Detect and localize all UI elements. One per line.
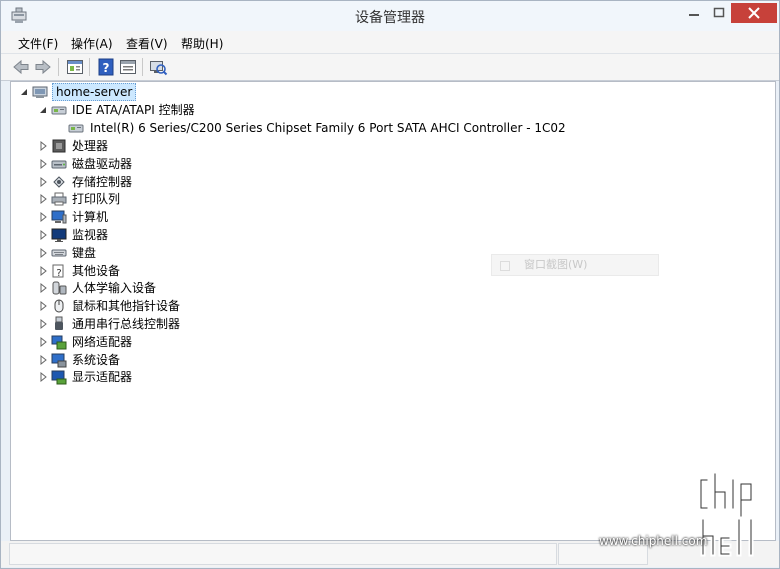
keyboard-icon bbox=[51, 249, 67, 257]
tree-node-ide[interactable]: IDE ATA/ATAPI 控制器 bbox=[38, 101, 438, 119]
other-devices-icon: ? bbox=[52, 264, 64, 279]
computer-server-icon bbox=[32, 86, 48, 98]
expand-arrow-icon[interactable] bbox=[38, 159, 48, 169]
expand-arrow-icon[interactable] bbox=[38, 372, 48, 382]
expand-arrow-icon[interactable] bbox=[38, 248, 48, 258]
tree-node-other-devices[interactable]: ? 其他设备 bbox=[38, 262, 338, 280]
display-adapter-icon bbox=[51, 370, 67, 385]
watermark-url: www.chiphell.com bbox=[599, 534, 708, 548]
tree-node-label: 通用串行总线控制器 bbox=[72, 317, 181, 331]
tree-node-hid[interactable]: 人体学输入设备 bbox=[38, 279, 338, 297]
mouse-icon bbox=[54, 299, 64, 313]
toolbar: ? bbox=[1, 54, 779, 81]
expand-arrow-icon[interactable] bbox=[38, 177, 48, 187]
hid-icon bbox=[52, 281, 67, 295]
chiphell-watermark: www.chiphell.com bbox=[599, 470, 779, 565]
tree-node-print-queue[interactable]: 打印队列 bbox=[38, 190, 338, 208]
tree-node-label: 其他设备 bbox=[72, 264, 121, 278]
ghost-menu-label: 窗口截图(W) bbox=[524, 258, 588, 271]
usb-icon bbox=[55, 316, 63, 330]
tree-node-label: 处理器 bbox=[72, 139, 109, 153]
status-pane-main bbox=[9, 543, 557, 565]
computer-icon bbox=[51, 210, 67, 224]
collapse-arrow-icon[interactable] bbox=[38, 105, 48, 115]
monitor-icon bbox=[51, 228, 67, 242]
tree-node-label: 监视器 bbox=[72, 228, 109, 242]
menu-help[interactable]: 帮助(H) bbox=[181, 35, 223, 52]
expand-arrow-icon[interactable] bbox=[38, 355, 48, 365]
tree-node-label: 网络适配器 bbox=[72, 335, 133, 349]
forward-arrow-icon[interactable] bbox=[33, 57, 53, 77]
minimize-button[interactable] bbox=[681, 3, 707, 23]
window-capture-icon bbox=[500, 261, 510, 271]
help-icon[interactable]: ? bbox=[96, 57, 116, 77]
storage-controller-icon bbox=[53, 176, 65, 188]
ghost-context-menu-item: 窗口截图(W) bbox=[491, 254, 659, 276]
expand-arrow-icon[interactable] bbox=[38, 337, 48, 347]
menu-bar: 文件(F) 操作(A) 查看(V) 帮助(H) bbox=[1, 31, 779, 54]
expand-arrow-icon[interactable] bbox=[38, 319, 48, 329]
window-title: 设备管理器 bbox=[355, 10, 425, 26]
processor-icon bbox=[52, 139, 66, 153]
maximize-button[interactable] bbox=[706, 3, 732, 23]
svg-text:?: ? bbox=[103, 61, 110, 75]
toolbar-separator bbox=[58, 58, 59, 76]
tree-node-label: 磁盘驱动器 bbox=[72, 157, 133, 171]
tree-node-storage[interactable]: 存储控制器 bbox=[38, 173, 338, 191]
tree-node-monitor[interactable]: 监视器 bbox=[38, 226, 338, 244]
toolbar-separator bbox=[89, 58, 90, 76]
tree-root-label: home-server bbox=[52, 83, 137, 101]
tree-node-computer[interactable]: 计算机 bbox=[38, 208, 338, 226]
disk-drive-icon bbox=[51, 160, 67, 169]
expand-arrow-icon[interactable] bbox=[38, 266, 48, 276]
properties-pane-icon[interactable] bbox=[65, 57, 85, 77]
back-arrow-icon[interactable] bbox=[11, 57, 31, 77]
tree-node-disk[interactable]: 磁盘驱动器 bbox=[38, 155, 338, 173]
tree-leaf-sata-controller[interactable]: Intel(R) 6 Series/C200 Series Chipset Fa… bbox=[68, 119, 588, 137]
network-adapter-icon bbox=[51, 335, 67, 350]
expand-arrow-icon[interactable] bbox=[38, 283, 48, 293]
collapse-arrow-icon[interactable] bbox=[19, 87, 29, 97]
menu-file[interactable]: 文件(F) bbox=[18, 35, 58, 52]
tree-root[interactable]: home-server bbox=[19, 83, 219, 101]
tree-node-label: 打印队列 bbox=[72, 192, 121, 206]
expand-arrow-icon[interactable] bbox=[38, 230, 48, 240]
scan-hardware-icon[interactable] bbox=[148, 57, 168, 77]
tree-node-label: 人体学输入设备 bbox=[72, 281, 157, 295]
expand-arrow-icon[interactable] bbox=[38, 141, 48, 151]
tree-node-system-devices[interactable]: 系统设备 bbox=[38, 351, 338, 369]
details-view-icon[interactable] bbox=[118, 57, 138, 77]
menu-view[interactable]: 查看(V) bbox=[126, 35, 168, 52]
tree-node-processor[interactable]: 处理器 bbox=[38, 137, 338, 155]
printer-icon bbox=[51, 192, 67, 206]
tree-node-usb[interactable]: 通用串行总线控制器 bbox=[38, 315, 338, 333]
tree-node-label: IDE ATA/ATAPI 控制器 bbox=[72, 103, 195, 117]
tree-leaf-label: Intel(R) 6 Series/C200 Series Chipset Fa… bbox=[90, 121, 566, 135]
tree-node-label: 系统设备 bbox=[72, 353, 121, 367]
tree-node-network[interactable]: 网络适配器 bbox=[38, 333, 338, 351]
ide-controller-icon bbox=[51, 106, 67, 115]
title-bar: 设备管理器 bbox=[1, 1, 779, 31]
tree-node-label: 键盘 bbox=[72, 246, 97, 260]
tree-node-keyboard[interactable]: 键盘 bbox=[38, 244, 338, 262]
tree-node-label: 鼠标和其他指针设备 bbox=[72, 299, 181, 313]
expand-arrow-icon[interactable] bbox=[38, 301, 48, 311]
toolbar-separator bbox=[142, 58, 143, 76]
expand-arrow-icon[interactable] bbox=[38, 194, 48, 204]
system-devices-icon bbox=[51, 353, 67, 368]
svg-text:?: ? bbox=[56, 268, 61, 279]
tree-node-mouse[interactable]: 鼠标和其他指针设备 bbox=[38, 297, 338, 315]
tree-node-label: 计算机 bbox=[72, 210, 109, 224]
tree-node-label: 显示适配器 bbox=[72, 370, 133, 384]
expand-arrow-icon[interactable] bbox=[38, 212, 48, 222]
menu-action[interactable]: 操作(A) bbox=[71, 35, 113, 52]
ide-controller-icon bbox=[68, 124, 84, 133]
tree-node-display-adapter[interactable]: 显示适配器 bbox=[38, 368, 338, 386]
close-button[interactable] bbox=[731, 3, 777, 23]
tree-node-label: 存储控制器 bbox=[72, 175, 133, 189]
chiphell-logo bbox=[699, 471, 754, 557]
